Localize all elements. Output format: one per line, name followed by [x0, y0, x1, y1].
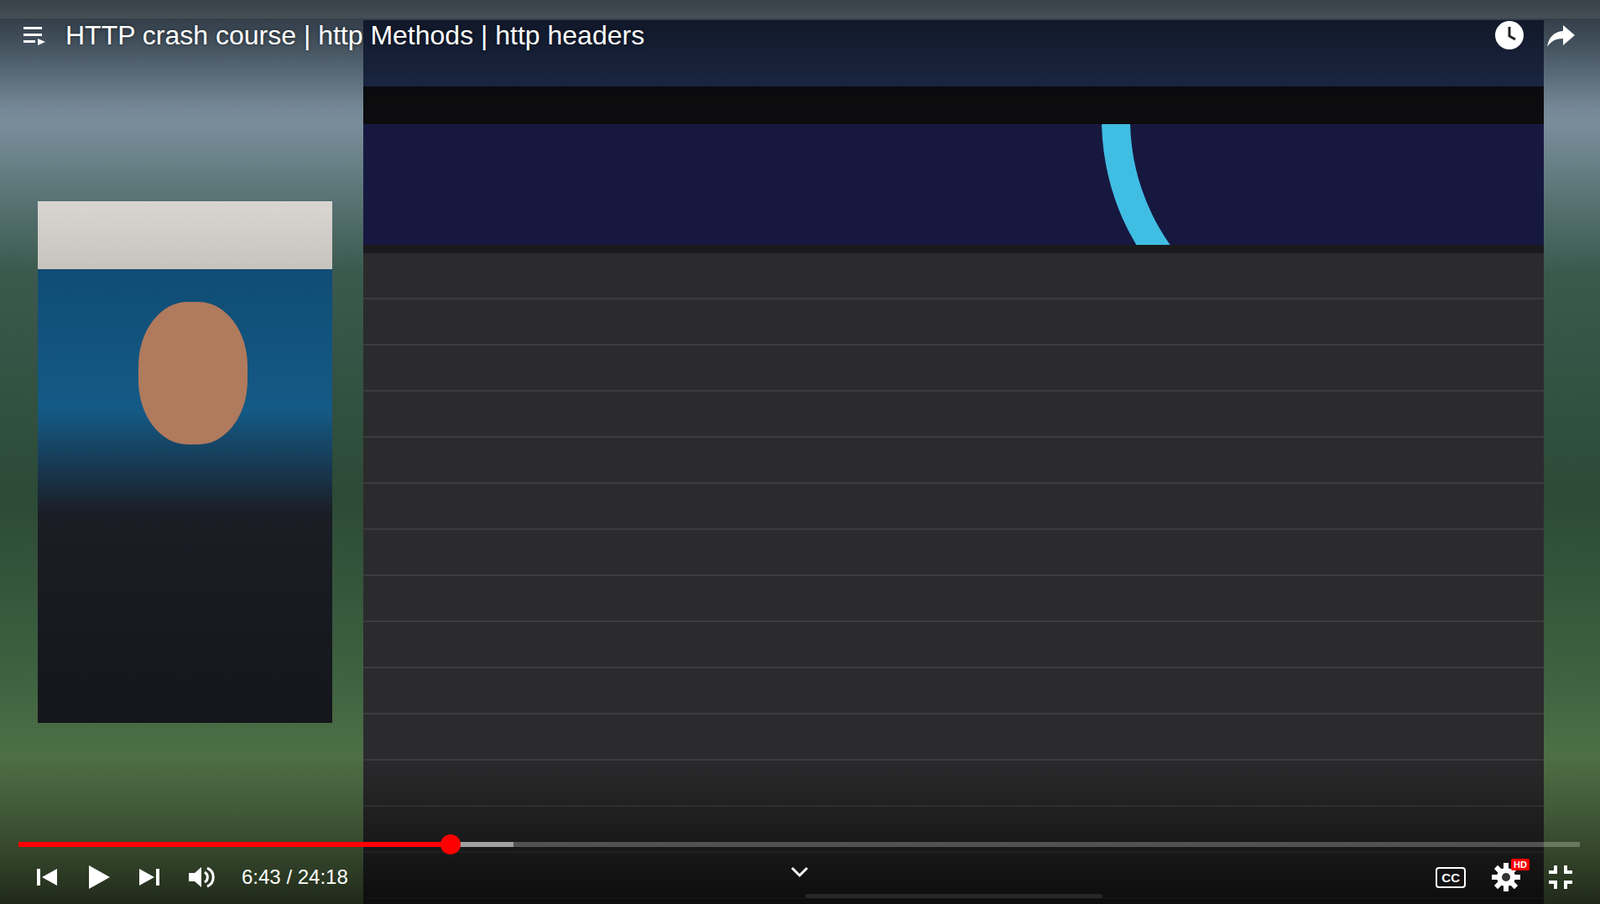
previous-icon[interactable]	[33, 864, 61, 892]
notes-separator	[363, 244, 1544, 254]
clock-icon[interactable]	[1492, 18, 1527, 53]
quality-badge: HD	[1511, 859, 1530, 871]
captions-label: CC	[1441, 870, 1460, 886]
next-icon[interactable]	[135, 864, 163, 892]
progress-bar[interactable]	[18, 840, 1580, 850]
notes-banner	[363, 124, 1544, 245]
captions-button[interactable]: CC	[1435, 867, 1466, 889]
played-fill	[18, 842, 451, 848]
control-bar: 6:43 / 24:18 CC HD	[33, 857, 1575, 898]
chevron-down-icon[interactable]	[786, 864, 813, 881]
video-player[interactable]: HTTP crash course | http Methods | http …	[0, 0, 1600, 904]
exit-fullscreen-icon[interactable]	[1546, 863, 1575, 892]
presenter-video	[37, 201, 333, 724]
playlist-icon[interactable]	[21, 22, 47, 48]
volume-icon[interactable]	[186, 863, 215, 892]
settings-button[interactable]: HD	[1489, 860, 1523, 895]
presenter-face	[138, 302, 248, 445]
time-display: 6:43 / 24:18	[238, 865, 349, 890]
bottom-gradient	[0, 753, 1600, 904]
banner-arc	[1011, 124, 1544, 245]
video-title[interactable]: HTTP crash course | http Methods | http …	[65, 20, 1475, 52]
top-bar: HTTP crash course | http Methods | http …	[21, 18, 1579, 53]
top-gradient	[0, 0, 1600, 126]
play-icon[interactable]	[83, 863, 113, 892]
progress-track[interactable]	[18, 842, 1580, 848]
share-icon[interactable]	[1544, 18, 1579, 53]
